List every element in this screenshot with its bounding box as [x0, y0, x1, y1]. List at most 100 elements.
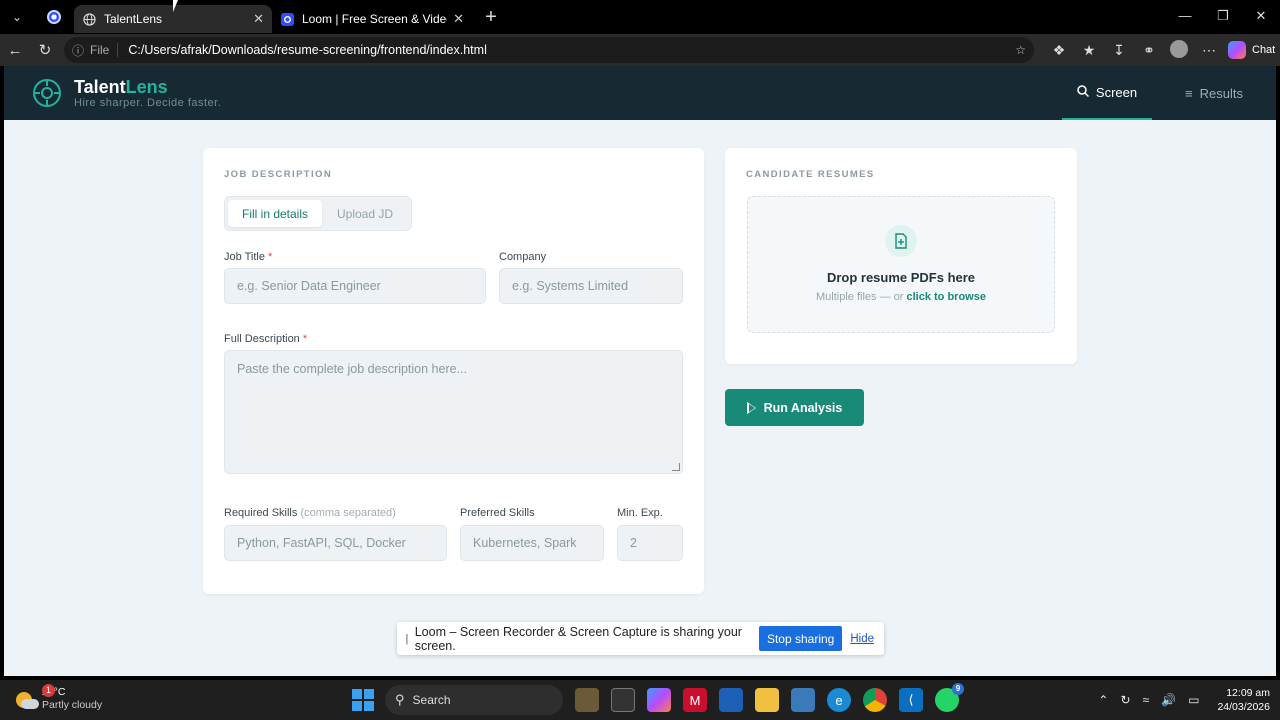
tab-loom[interactable]: Loom | Free Screen & Video Recor ✕ [272, 5, 472, 33]
resume-dropzone[interactable]: Drop resume PDFs here Multiple files — o… [747, 196, 1055, 333]
minimize-icon[interactable]: — [1166, 0, 1204, 34]
downloads-icon[interactable]: ↧ [1104, 42, 1134, 59]
favorite-star-icon[interactable]: ☆ [1015, 43, 1026, 57]
browser-toolbar: ← ↻ ⓘ File C:/Users/afrak/Downloads/resu… [0, 34, 1280, 66]
profile-avatar[interactable] [1164, 39, 1194, 61]
battery-icon[interactable]: ▭ [1188, 693, 1199, 707]
logo-icon [33, 79, 61, 107]
clock-time: 12:09 am [1226, 687, 1270, 699]
nav-screen-tab[interactable]: Screen [1062, 66, 1152, 120]
mcafee-icon[interactable]: M [683, 688, 707, 712]
vscode-icon[interactable]: ⟨ [899, 688, 923, 712]
pinned-tab-icon [47, 10, 61, 24]
run-analysis-button[interactable]: Run Analysis [725, 389, 864, 426]
task-view-icon[interactable] [611, 688, 635, 712]
more-menu-icon[interactable]: ⋯ [1194, 42, 1224, 59]
clock[interactable]: 12:09 am 24/03/2026 [1217, 686, 1270, 714]
sharing-message: Loom – Screen Recorder & Screen Capture … [414, 624, 742, 653]
candidate-resumes-card: CANDIDATE RESUMES Drop resume PDFs here … [725, 148, 1077, 364]
widget-image-icon[interactable] [575, 688, 599, 712]
control-panel-icon[interactable] [791, 688, 815, 712]
chevron-up-icon[interactable]: ⌃ [1098, 693, 1108, 707]
fill-in-details-option[interactable]: Fill in details [228, 200, 322, 227]
run-analysis-label: Run Analysis [763, 400, 843, 415]
favorites-icon[interactable]: ★ [1074, 42, 1104, 59]
brand-tagline: Hire sharper. Decide faster. [74, 97, 222, 109]
job-title-label: Job Title * [224, 251, 273, 263]
full-description-textarea[interactable]: Paste the complete job description here.… [224, 350, 683, 474]
preferred-skills-input[interactable]: Kubernetes, Spark [460, 525, 604, 561]
edge-icon[interactable]: e [827, 688, 851, 712]
taskbar-apps: M e ⟨ 9 [575, 683, 971, 712]
dropzone-subtitle: Multiple files — or click to browse [816, 291, 986, 303]
taskbar-search[interactable]: ⚲ Search [385, 685, 563, 715]
job-title-input[interactable]: e.g. Senior Data Engineer [224, 268, 486, 304]
share-icon[interactable]: ⚭ [1134, 42, 1164, 59]
partly-cloudy-icon [16, 689, 39, 709]
upload-jd-option[interactable]: Upload JD [322, 200, 408, 227]
nav-results-tab[interactable]: ≡ Results [1152, 66, 1276, 120]
weather-widget[interactable]: 1 24°C Partly cloudy [16, 684, 103, 712]
stop-sharing-button[interactable]: Stop sharing [758, 626, 843, 651]
close-window-icon[interactable]: ✕ [1242, 0, 1280, 34]
close-tab-icon[interactable]: ✕ [253, 11, 264, 27]
url-text[interactable]: C:/Users/afrak/Downloads/resume-screenin… [128, 43, 1015, 57]
main-nav: Screen ≡ Results [1062, 66, 1276, 120]
info-icon[interactable]: ⓘ [72, 42, 84, 59]
reload-icon[interactable]: ↻ [30, 41, 60, 59]
min-exp-input[interactable]: 2 [617, 525, 683, 561]
resize-handle-icon[interactable] [672, 463, 680, 471]
browse-link[interactable]: click to browse [907, 291, 986, 303]
file-explorer-icon[interactable] [755, 688, 779, 712]
required-skills-label: Required Skills (comma separated) [224, 507, 396, 519]
volume-icon[interactable]: 🔊 [1161, 693, 1176, 707]
min-exp-label: Min. Exp. [617, 507, 663, 519]
close-tab-icon[interactable]: ✕ [453, 11, 464, 27]
clock-date: 24/03/2026 [1217, 701, 1270, 713]
start-button-windows-icon[interactable] [352, 689, 374, 711]
copilot-chat-button[interactable]: Chat [1228, 41, 1275, 59]
sync-icon[interactable]: ↻ [1120, 693, 1130, 707]
file-upload-icon [885, 225, 917, 257]
loom-icon [280, 12, 294, 26]
tab-label: TalentLens [104, 12, 163, 26]
store-icon[interactable] [719, 688, 743, 712]
extensions-icon[interactable]: ❖ [1044, 42, 1074, 59]
copilot-app-icon[interactable] [647, 688, 671, 712]
chrome-icon[interactable] [863, 688, 887, 712]
chat-label: Chat [1252, 44, 1276, 56]
nav-results-label: Results [1199, 85, 1243, 101]
required-skills-input[interactable]: Python, FastAPI, SQL, Docker [224, 525, 447, 561]
mouse-cursor-icon [173, 0, 183, 12]
pinned-tab[interactable] [34, 0, 74, 34]
dropzone-title: Drop resume PDFs here [826, 270, 976, 285]
whatsapp-icon[interactable]: 9 [935, 683, 964, 712]
play-icon [746, 401, 756, 414]
back-icon[interactable]: ← [0, 42, 30, 59]
description-placeholder: Paste the complete job description here.… [237, 362, 467, 376]
search-icon: ⚲ [395, 692, 405, 707]
window-controls: — ❐ ✕ [1166, 0, 1280, 34]
screen-sharing-banner: || Loom – Screen Recorder & Screen Captu… [397, 622, 884, 655]
new-tab-icon[interactable]: + [476, 6, 506, 29]
system-tray: ⌃ ↻ ≈ 🔊 ▭ 12:09 am 24/03/2026 [1098, 686, 1270, 714]
wifi-icon[interactable]: ≈ [1143, 693, 1150, 707]
jd-mode-toggle: Fill in details Upload JD [224, 196, 412, 231]
company-input[interactable]: e.g. Systems Limited [499, 268, 683, 304]
job-description-card: JOB DESCRIPTION Fill in details Upload J… [203, 148, 704, 594]
copilot-icon [1228, 41, 1246, 59]
whatsapp-badge: 9 [952, 683, 964, 695]
company-label: Company [499, 251, 547, 263]
brand-name: TalentLens [74, 77, 168, 97]
preferred-skills-label: Preferred Skills [460, 507, 535, 519]
weather-condition: Partly cloudy [42, 699, 103, 711]
drag-handle-icon[interactable]: || [405, 633, 408, 645]
globe-icon [82, 12, 96, 26]
tab-actions-chevron-icon[interactable]: ⌄ [0, 0, 34, 34]
restore-icon[interactable]: ❐ [1204, 0, 1242, 34]
weather-badge: 1 [42, 684, 55, 697]
hide-banner-link[interactable]: Hide [850, 633, 874, 645]
address-bar[interactable]: ⓘ File C:/Users/afrak/Downloads/resume-s… [64, 37, 1034, 63]
list-icon: ≡ [1185, 85, 1193, 101]
nav-screen-label: Screen [1095, 84, 1138, 100]
